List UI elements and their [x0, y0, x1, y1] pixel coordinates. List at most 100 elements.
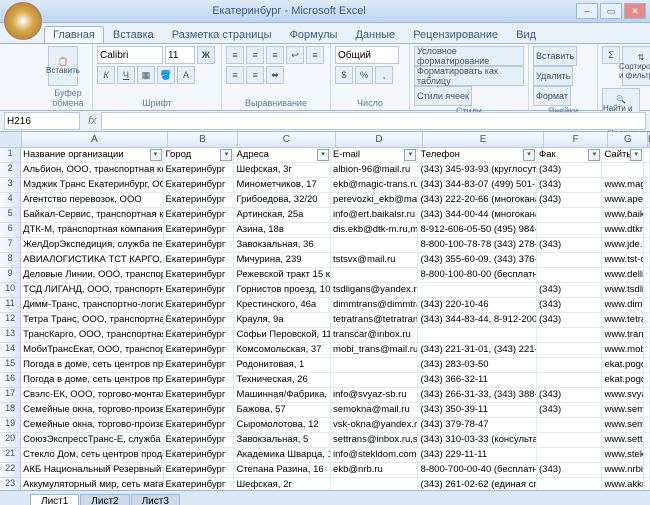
cell[interactable] [644, 298, 650, 313]
office-button[interactable] [4, 2, 42, 40]
cell[interactable]: Екатеринбург [164, 478, 235, 490]
cell[interactable]: www.mobi-trans.ru [602, 343, 644, 358]
number-format-combo[interactable]: Общий [335, 46, 399, 64]
cell[interactable]: www.nrbig.ru [602, 463, 644, 478]
header-cell[interactable] [644, 148, 650, 163]
header-cell[interactable]: E-mail▾ [331, 148, 418, 163]
cell[interactable]: Артинская, 25а [234, 208, 331, 223]
header-cell[interactable]: Город▾ [164, 148, 235, 163]
cell[interactable] [537, 418, 602, 433]
cell[interactable]: Комсомольская, 37 [234, 343, 331, 358]
cell[interactable]: Свэлс-ЕК, ООО, торгово-монтажная [21, 388, 163, 403]
cell[interactable]: tsdligans@yandex.ru [331, 283, 418, 298]
worksheet-grid[interactable]: ABCDEFGH 1Название организации▾Город▾Адр… [0, 132, 650, 490]
cell[interactable]: info@stekldom.com [331, 448, 418, 463]
cell[interactable]: (343) 350-39-11 [418, 403, 537, 418]
row-header[interactable]: 3 [0, 178, 21, 193]
cell[interactable]: Екатеринбург [164, 448, 235, 463]
cell-styles-button[interactable]: Стили ячеек [414, 86, 472, 106]
cell[interactable]: Степана Разина, 16 [234, 463, 331, 478]
ribbon-tab-4[interactable]: Данные [346, 26, 404, 43]
font-name-combo[interactable]: Calibri [97, 46, 163, 64]
cell[interactable]: Екатеринбург [164, 223, 235, 238]
filter-button[interactable]: ▾ [404, 149, 416, 161]
sheet-tab[interactable]: Лист1 [30, 494, 79, 505]
cell[interactable]: Екатеринбург [164, 463, 235, 478]
ribbon-tab-2[interactable]: Разметка страницы [163, 26, 281, 43]
cell[interactable]: СоюзЭкспрессТранс-Е, служба срочн [21, 433, 163, 448]
cell[interactable]: info@svyaz-sb.ru [331, 388, 418, 403]
formula-bar[interactable] [101, 112, 646, 130]
cell[interactable]: ekat.pogoda-dom.ru [602, 358, 644, 373]
cell[interactable]: www.akkmir.ru [602, 478, 644, 490]
cell[interactable]: www.dimmtrans.ru [602, 298, 644, 313]
ribbon-tab-6[interactable]: Вид [507, 26, 545, 43]
filter-button[interactable]: ▾ [220, 149, 232, 161]
cell[interactable]: www.settrans.ru [602, 433, 644, 448]
cell[interactable]: www.tst-cargo.ru [602, 253, 644, 268]
cell[interactable]: Екатеринбург [164, 358, 235, 373]
cell[interactable]: (343) 266-31-33, (343) 388-07- [418, 388, 537, 403]
italic-button[interactable]: К [97, 66, 115, 84]
cell[interactable]: perevozki_ekb@mail.ru [331, 193, 418, 208]
header-cell[interactable]: Телефон▾ [418, 148, 537, 163]
cell[interactable]: АКБ Национальный Резервный Банк [21, 463, 163, 478]
currency-button[interactable]: $ [335, 66, 353, 84]
filter-button[interactable]: ▾ [630, 149, 642, 161]
cell[interactable]: Погода в доме, сеть центров прода [21, 373, 163, 388]
cell[interactable] [644, 463, 650, 478]
cell[interactable]: Стекло Дом, сеть центров продажи [21, 448, 163, 463]
cell[interactable] [644, 178, 650, 193]
row-header[interactable]: 17 [0, 388, 21, 403]
cell[interactable]: Академика Шварца, 17 [234, 448, 331, 463]
ribbon-tab-1[interactable]: Вставка [104, 26, 163, 43]
maximize-button[interactable]: ▭ [600, 3, 622, 19]
row-header[interactable]: 11 [0, 298, 21, 313]
cell[interactable]: (343) 310-03-33 (консультации) (495) [418, 433, 537, 448]
cell[interactable]: ekb@magic-trans.ru, info@r [331, 178, 418, 193]
row-header[interactable]: 21 [0, 448, 21, 463]
cell[interactable]: Техническая, 26 [234, 373, 331, 388]
align-right-button[interactable]: ≡ [246, 66, 264, 84]
cell[interactable]: (343) [537, 163, 602, 178]
cell[interactable]: (343) 261-02-62 (единая справочна) [418, 478, 537, 490]
cell[interactable]: Погода в доме, сеть центров прода [21, 358, 163, 373]
minimize-button[interactable]: – [576, 3, 598, 19]
header-cell[interactable]: Фак▾ [537, 148, 602, 163]
ribbon-tab-0[interactable]: Главная [44, 26, 104, 43]
cell[interactable] [331, 373, 418, 388]
cell[interactable]: Крауля, 9а [234, 313, 331, 328]
cell[interactable]: Байкал-Сервис, транспортная комп [21, 208, 163, 223]
cell[interactable]: ТСД ЛИГАНД, ООО, транспортная ком [21, 283, 163, 298]
cell[interactable]: (343) 220-10-46 [418, 298, 537, 313]
sort-filter-button[interactable]: ⇅Сортировка и фильтр [622, 46, 650, 86]
cell[interactable]: 8-800-100-80-00 (бесплатная един) [418, 268, 537, 283]
cell[interactable] [644, 328, 650, 343]
cell[interactable] [537, 208, 602, 223]
cell[interactable]: www.jde.ru [602, 238, 644, 253]
cell[interactable]: www.svyaz-sb.ru [602, 388, 644, 403]
cell[interactable] [644, 193, 650, 208]
cell[interactable]: Екатеринбург [164, 343, 235, 358]
border-button[interactable]: ▦ [137, 66, 155, 84]
cell[interactable]: (343) [537, 403, 602, 418]
cell[interactable]: МобиТрансЕкат, ООО, транспортная [21, 343, 163, 358]
row-header[interactable]: 4 [0, 193, 21, 208]
cell[interactable]: ТрансКарго, ООО, транспортная ком [21, 328, 163, 343]
cell[interactable]: tstsvx@mail.ru [331, 253, 418, 268]
cell[interactable] [644, 268, 650, 283]
cell[interactable]: ЖелДорЭкспедиция, служба перев [21, 238, 163, 253]
filter-button[interactable]: ▾ [523, 149, 535, 161]
cell[interactable] [644, 388, 650, 403]
cell[interactable] [537, 268, 602, 283]
cell[interactable]: Альбион, ООО, транспортная комп [21, 163, 163, 178]
cell[interactable]: 8-800-700-00-40 (бесплатный)н [418, 463, 537, 478]
cell[interactable]: Екатеринбург [164, 433, 235, 448]
align-bottom-button[interactable]: ≡ [266, 46, 284, 64]
cell[interactable]: info@ert.baikalsr.ru [331, 208, 418, 223]
cell[interactable] [537, 358, 602, 373]
cell[interactable]: dimmtrans@dimmtrans.ru [331, 298, 418, 313]
header-cell[interactable]: Адреса▾ [234, 148, 331, 163]
cell[interactable]: Агентство перевозок, ООО [21, 193, 163, 208]
column-header[interactable]: D [336, 132, 424, 148]
